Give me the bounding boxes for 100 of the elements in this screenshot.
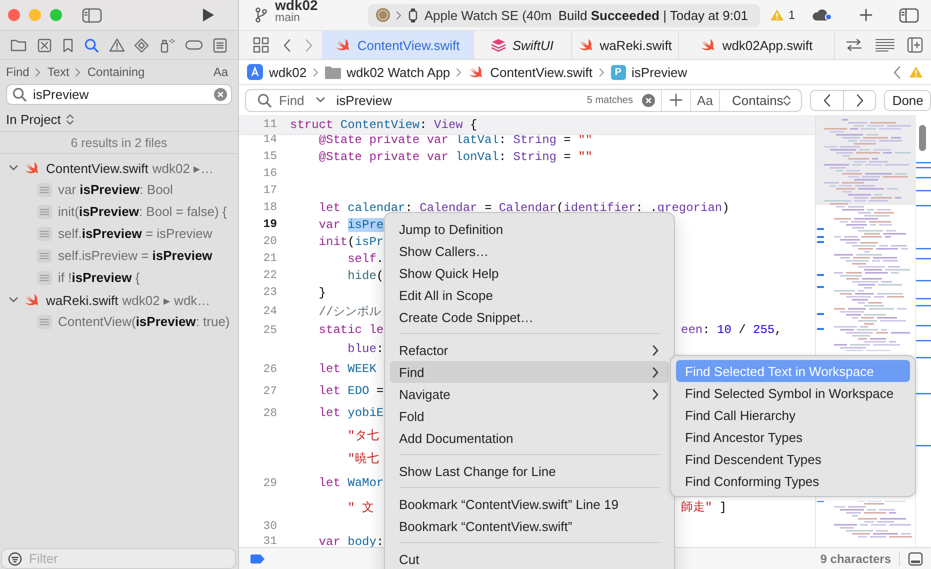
menu-item[interactable]: Show Callers… bbox=[390, 240, 669, 262]
character-count: 9 characters bbox=[820, 552, 900, 566]
match-type-dropdown[interactable]: Contains bbox=[720, 92, 802, 108]
search-result[interactable]: init(isPreview: Bool = false) { bbox=[58, 204, 230, 220]
list-icon[interactable] bbox=[213, 38, 227, 52]
menu-item[interactable]: Find bbox=[390, 361, 669, 383]
menu-item[interactable]: Add Documentation bbox=[390, 427, 669, 449]
filter-field[interactable]: Filter bbox=[1, 548, 236, 569]
editor-tab[interactable]: ContentView.swift bbox=[322, 31, 474, 59]
folder-icon[interactable] bbox=[10, 38, 27, 52]
line-number: 16 bbox=[262, 167, 278, 180]
clear-icon[interactable] bbox=[642, 94, 655, 106]
file-name[interactable]: waReki.swift bbox=[46, 292, 118, 308]
results-summary: 6 results in 2 files bbox=[70, 136, 168, 150]
warning-count[interactable]: 1 bbox=[770, 8, 795, 22]
code-line: een: 10 / 255, bbox=[681, 323, 782, 337]
next-match-icon[interactable] bbox=[856, 94, 864, 106]
menu-item[interactable]: Find Descendent Types bbox=[676, 448, 910, 470]
find-option[interactable]: Text bbox=[47, 65, 70, 79]
menu-item[interactable]: Create Code Snippet… bbox=[390, 306, 669, 328]
search-field[interactable]: isPreview bbox=[6, 84, 232, 105]
line-number: 29 bbox=[262, 476, 278, 490]
plus-icon[interactable] bbox=[669, 93, 683, 107]
match-case-button[interactable]: Aa bbox=[213, 65, 228, 79]
breakpoint-icon[interactable] bbox=[250, 554, 265, 564]
menu-item[interactable]: Edit All in Scope bbox=[390, 284, 669, 306]
up-down-chevron-icon bbox=[783, 94, 792, 106]
swap-arrows-icon[interactable] bbox=[845, 38, 863, 52]
filter-input[interactable]: Filter bbox=[27, 550, 229, 567]
branch-icon[interactable] bbox=[255, 7, 267, 23]
menu-item[interactable]: Refactor bbox=[390, 339, 669, 361]
file-name[interactable]: ContentView.swift bbox=[46, 160, 148, 176]
search-result[interactable]: self.isPreview = isPreview bbox=[58, 226, 230, 242]
diamond-icon[interactable] bbox=[134, 38, 150, 52]
find-option[interactable]: Containing bbox=[87, 65, 145, 79]
done-button[interactable]: Done bbox=[884, 90, 931, 110]
bird-icon bbox=[24, 161, 40, 175]
sidebar-toggle-icon[interactable] bbox=[82, 8, 102, 22]
chevron-down-icon[interactable] bbox=[9, 297, 18, 303]
code-line: " 文 bbox=[346, 500, 374, 516]
menu-item[interactable]: Fold bbox=[390, 405, 669, 427]
capsule-icon[interactable] bbox=[185, 40, 204, 50]
menu-item[interactable]: Navigate bbox=[390, 383, 669, 405]
app-badge-icon[interactable] bbox=[376, 8, 390, 22]
up-down-chevron-icon[interactable] bbox=[66, 114, 74, 124]
search-input[interactable]: isPreview bbox=[30, 87, 211, 102]
menu-item[interactable]: Find Selected Symbol in Workspace bbox=[676, 382, 910, 404]
chevron-right-icon bbox=[312, 68, 319, 76]
inspector-toggle-icon[interactable] bbox=[899, 8, 919, 22]
menu-item[interactable]: Find Ancestor Types bbox=[676, 426, 910, 448]
menu-item[interactable]: Show Quick Help bbox=[390, 262, 669, 284]
menu-item[interactable]: Bookmark “ContentView.swift” bbox=[390, 515, 669, 537]
breadcrumb-item[interactable]: ContentView.swift bbox=[468, 64, 593, 80]
menu-item[interactable]: Bookmark “ContentView.swift” Line 19 bbox=[390, 493, 669, 515]
add-panel-icon[interactable] bbox=[907, 37, 923, 53]
editor-tab[interactable]: wdk02App.swift bbox=[678, 31, 835, 59]
menu-item[interactable]: Find Conforming Types bbox=[676, 470, 910, 492]
chevron-left-icon[interactable] bbox=[283, 38, 291, 52]
bookmark-icon[interactable] bbox=[62, 38, 74, 52]
chevron-right-icon bbox=[75, 68, 82, 76]
search-result[interactable]: self.isPreview = isPreview bbox=[58, 248, 230, 264]
find-mode-dropdown[interactable]: Find bbox=[277, 92, 332, 108]
property-symbol: P bbox=[610, 64, 626, 80]
find-field[interactable]: Find isPreview 5 matches bbox=[246, 90, 662, 110]
cloud-icon[interactable] bbox=[811, 8, 833, 22]
chevron-right-icon bbox=[598, 68, 605, 76]
search-result[interactable]: ContentView(isPreview: true) bbox=[58, 314, 230, 330]
line-number: 26 bbox=[262, 362, 278, 376]
menu-item[interactable]: Show Last Change for Line bbox=[390, 460, 669, 482]
text-lines-icon[interactable] bbox=[875, 38, 895, 52]
previous-match-icon[interactable] bbox=[823, 94, 832, 106]
scope-selector[interactable]: In Project bbox=[6, 112, 61, 126]
breadcrumb-item[interactable]: wdk02 bbox=[247, 64, 307, 80]
search-result[interactable]: var isPreview: Bool bbox=[58, 182, 230, 198]
match-case-button[interactable]: Aa bbox=[697, 92, 713, 108]
editor-tab[interactable]: waReki.swift bbox=[572, 31, 679, 59]
line-number: 15 bbox=[262, 150, 278, 163]
search-icon[interactable] bbox=[84, 38, 99, 52]
line-number: 24 bbox=[262, 304, 278, 318]
menu-item[interactable]: Jump to Definition bbox=[390, 218, 669, 240]
plus-icon[interactable] bbox=[859, 8, 873, 22]
grid-icon[interactable] bbox=[253, 37, 269, 53]
chevron-down-icon[interactable] bbox=[9, 165, 18, 171]
clear-icon[interactable] bbox=[214, 88, 227, 101]
chevron-left-icon[interactable] bbox=[893, 66, 901, 78]
warning-icon[interactable] bbox=[108, 38, 124, 52]
lines-icon bbox=[37, 205, 52, 219]
editor-tab[interactable]: SwiftUI bbox=[474, 31, 572, 59]
breadcrumb-item[interactable]: wdk02 Watch App bbox=[324, 64, 450, 80]
device-name[interactable]: Apple Watch SE (40m bbox=[424, 8, 552, 22]
run-icon[interactable] bbox=[201, 7, 215, 23]
menu-item[interactable]: Find Call Hierarchy bbox=[676, 404, 910, 426]
breadcrumb-item[interactable]: P isPreview bbox=[610, 64, 688, 80]
x-square-icon[interactable] bbox=[36, 38, 52, 52]
find-option[interactable]: Find bbox=[6, 65, 30, 79]
spray-can-icon[interactable] bbox=[159, 38, 176, 52]
panel-icon[interactable] bbox=[908, 552, 923, 566]
close-button[interactable] bbox=[8, 9, 20, 21]
search-result[interactable]: if !isPreview { bbox=[58, 270, 230, 286]
menu-item[interactable]: Cut bbox=[390, 548, 669, 569]
